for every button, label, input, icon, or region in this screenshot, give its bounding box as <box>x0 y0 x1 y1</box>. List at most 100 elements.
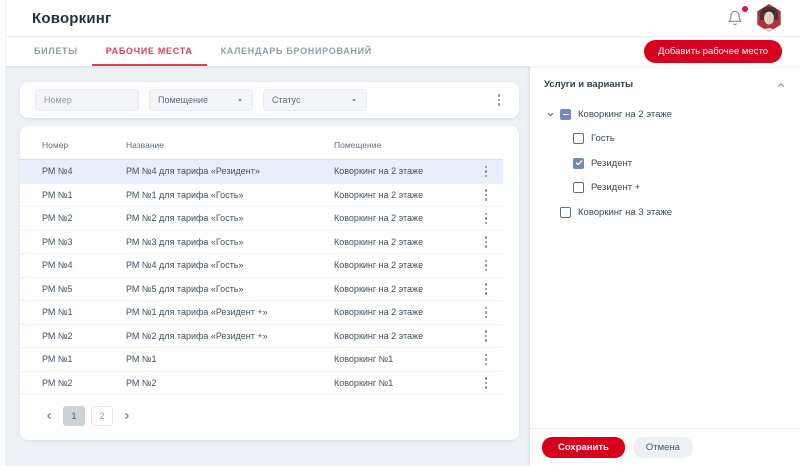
cell-number: РМ №2 <box>42 378 126 388</box>
workplaces-table: НомерНазваниеПомещение РМ №4РМ №4 для та… <box>20 126 519 440</box>
cell-number: РМ №4 <box>42 260 126 270</box>
tree-item-label: Резидент + <box>591 182 640 193</box>
table-row[interactable]: РМ №1РМ №1 для тарифа «Гость»Коворкинг н… <box>20 184 503 208</box>
column-header-room: Помещение <box>334 140 469 150</box>
row-menu-icon[interactable] <box>478 187 494 203</box>
page-title: Коворкинг <box>32 10 112 27</box>
row-menu-icon[interactable] <box>478 351 494 367</box>
tab-booking-calendar[interactable]: КАЛЕНДАРЬ БРОНИРОВАНИЙ <box>207 37 386 66</box>
cell-number: РМ №2 <box>42 331 126 341</box>
status-filter-select[interactable]: Статус <box>263 89 367 111</box>
next-page-button[interactable] <box>120 406 134 426</box>
column-header-name: Название <box>126 140 334 150</box>
tree-item-guest[interactable]: Гость <box>546 127 786 152</box>
cell-name: РМ №1 для тарифа «Резидент +» <box>126 307 334 317</box>
avatar[interactable] <box>756 4 782 32</box>
row-menu-icon[interactable] <box>478 304 494 320</box>
notifications-button[interactable] <box>726 9 744 27</box>
chevron-down-icon <box>350 96 358 104</box>
cell-name: РМ №2 для тарифа «Резидент +» <box>126 331 334 341</box>
indeterminate-mark <box>563 114 569 116</box>
notification-dot <box>742 6 748 12</box>
panel-title: Услуги и варианты <box>544 79 633 90</box>
pagination: 12 <box>42 406 519 426</box>
cell-room: Коворкинг на 2 этаже <box>334 307 469 317</box>
row-menu-icon[interactable] <box>478 234 494 250</box>
cell-room: Коворкинг на 2 этаже <box>334 166 469 176</box>
table-row[interactable]: РМ №3РМ №3 для тарифа «Гость»Коворкинг н… <box>20 231 503 255</box>
tree-item-coworking-2-floor[interactable]: Коворкинг на 2 этаже <box>546 102 786 127</box>
room-filter-select[interactable]: Помещение <box>149 89 253 111</box>
table-row[interactable]: РМ №1РМ №1Коворкинг №1 <box>20 348 503 372</box>
tree-item-resident[interactable]: Резидент <box>546 151 786 176</box>
tree-item-label: Резидент <box>591 158 632 169</box>
page-button-2[interactable]: 2 <box>91 406 113 426</box>
table-row[interactable]: РМ №5РМ №5 для тарифа «Гость»Коворкинг н… <box>20 278 503 302</box>
tree-item-label: Гость <box>591 133 615 144</box>
table-body: РМ №4РМ №4 для тарифа «Резидент»Коворкин… <box>20 160 519 395</box>
filter-menu-icon[interactable] <box>491 92 507 108</box>
cell-name: РМ №5 для тарифа «Гость» <box>126 284 334 294</box>
window-edge <box>0 0 6 466</box>
cell-name: РМ №1 <box>126 354 334 364</box>
content: Помещение Статус НомерНазваниеПомещение … <box>0 66 800 466</box>
cell-room: Коворкинг на 2 этаже <box>334 213 469 223</box>
add-workplace-button[interactable]: Добавить рабочее место <box>644 40 782 63</box>
header-actions <box>726 4 782 32</box>
cell-number: РМ №1 <box>42 190 126 200</box>
page-button-1[interactable]: 1 <box>63 406 85 426</box>
table-row[interactable]: РМ №2РМ №2 для тарифа «Гость»Коворкинг н… <box>20 207 503 231</box>
cell-number: РМ №1 <box>42 354 126 364</box>
collapse-panel-button[interactable] <box>776 80 786 90</box>
checkbox-coworking-2-floor[interactable] <box>560 109 571 120</box>
tree-item-coworking-3-floor[interactable]: Коворкинг на 3 этаже <box>546 200 786 225</box>
page-buttons: 12 <box>63 406 113 426</box>
row-menu-icon[interactable] <box>478 281 494 297</box>
cell-name: РМ №4 для тарифа «Гость» <box>126 260 334 270</box>
table-row[interactable]: РМ №2РМ №2Коворкинг №1 <box>20 372 503 396</box>
chevron-down-icon <box>236 96 244 104</box>
row-menu-icon[interactable] <box>478 375 494 391</box>
checkbox-coworking-3-floor[interactable] <box>560 207 571 218</box>
cell-name: РМ №3 для тарифа «Гость» <box>126 237 334 247</box>
cell-room: Коворкинг на 2 этаже <box>334 190 469 200</box>
table-row[interactable]: РМ №1РМ №1 для тарифа «Резидент +»Коворк… <box>20 301 503 325</box>
tree-expand-icon[interactable] <box>546 110 560 119</box>
tab-tickets[interactable]: БИЛЕТЫ <box>20 37 92 66</box>
tab-bar: БИЛЕТЫРАБОЧИЕ МЕСТАКАЛЕНДАРЬ БРОНИРОВАНИ… <box>0 37 800 66</box>
services-panel: Услуги и варианты Коворкинг на 2 этаже Го… <box>530 66 800 466</box>
cell-name: РМ №4 для тарифа «Резидент» <box>126 166 334 176</box>
filter-bar: Помещение Статус <box>20 82 519 118</box>
cell-name: РМ №2 для тарифа «Гость» <box>126 213 334 223</box>
cell-room: Коворкинг на 2 этаже <box>334 237 469 247</box>
table-row[interactable]: РМ №4РМ №4 для тарифа «Резидент»Коворкин… <box>20 160 503 184</box>
cell-room: Коворкинг на 2 этаже <box>334 284 469 294</box>
prev-page-button[interactable] <box>42 406 56 426</box>
bell-icon <box>727 10 743 26</box>
tab-workplaces[interactable]: РАБОЧИЕ МЕСТА <box>92 37 207 66</box>
checkbox-resident-plus[interactable] <box>573 182 584 193</box>
table-row[interactable]: РМ №2РМ №2 для тарифа «Резидент +»Коворк… <box>20 325 503 349</box>
tab-bar-tabs: БИЛЕТЫРАБОЧИЕ МЕСТАКАЛЕНДАРЬ БРОНИРОВАНИ… <box>20 37 386 66</box>
panel-footer: Сохранить Отмена <box>530 428 800 466</box>
row-menu-icon[interactable] <box>478 257 494 273</box>
cell-room: Коворкинг №1 <box>334 354 469 364</box>
cell-number: РМ №1 <box>42 307 126 317</box>
column-header-number: Номер <box>42 140 126 150</box>
status-filter-label: Статус <box>272 95 300 105</box>
cell-room: Коворкинг на 2 этаже <box>334 331 469 341</box>
save-button[interactable]: Сохранить <box>542 437 625 458</box>
tree-item-resident-plus[interactable]: Резидент + <box>546 176 786 201</box>
checkbox-resident[interactable] <box>573 158 584 169</box>
workplaces-section: Помещение Статус НомерНазваниеПомещение … <box>0 66 530 466</box>
checkbox-guest[interactable] <box>573 133 584 144</box>
table-row[interactable]: РМ №4РМ №4 для тарифа «Гость»Коворкинг н… <box>20 254 503 278</box>
cancel-button[interactable]: Отмена <box>633 437 693 458</box>
cell-number: РМ №5 <box>42 284 126 294</box>
row-menu-icon[interactable] <box>478 328 494 344</box>
cell-number: РМ №2 <box>42 213 126 223</box>
row-menu-icon[interactable] <box>478 163 494 179</box>
cell-name: РМ №1 для тарифа «Гость» <box>126 190 334 200</box>
number-filter-input[interactable] <box>35 89 139 111</box>
row-menu-icon[interactable] <box>478 210 494 226</box>
